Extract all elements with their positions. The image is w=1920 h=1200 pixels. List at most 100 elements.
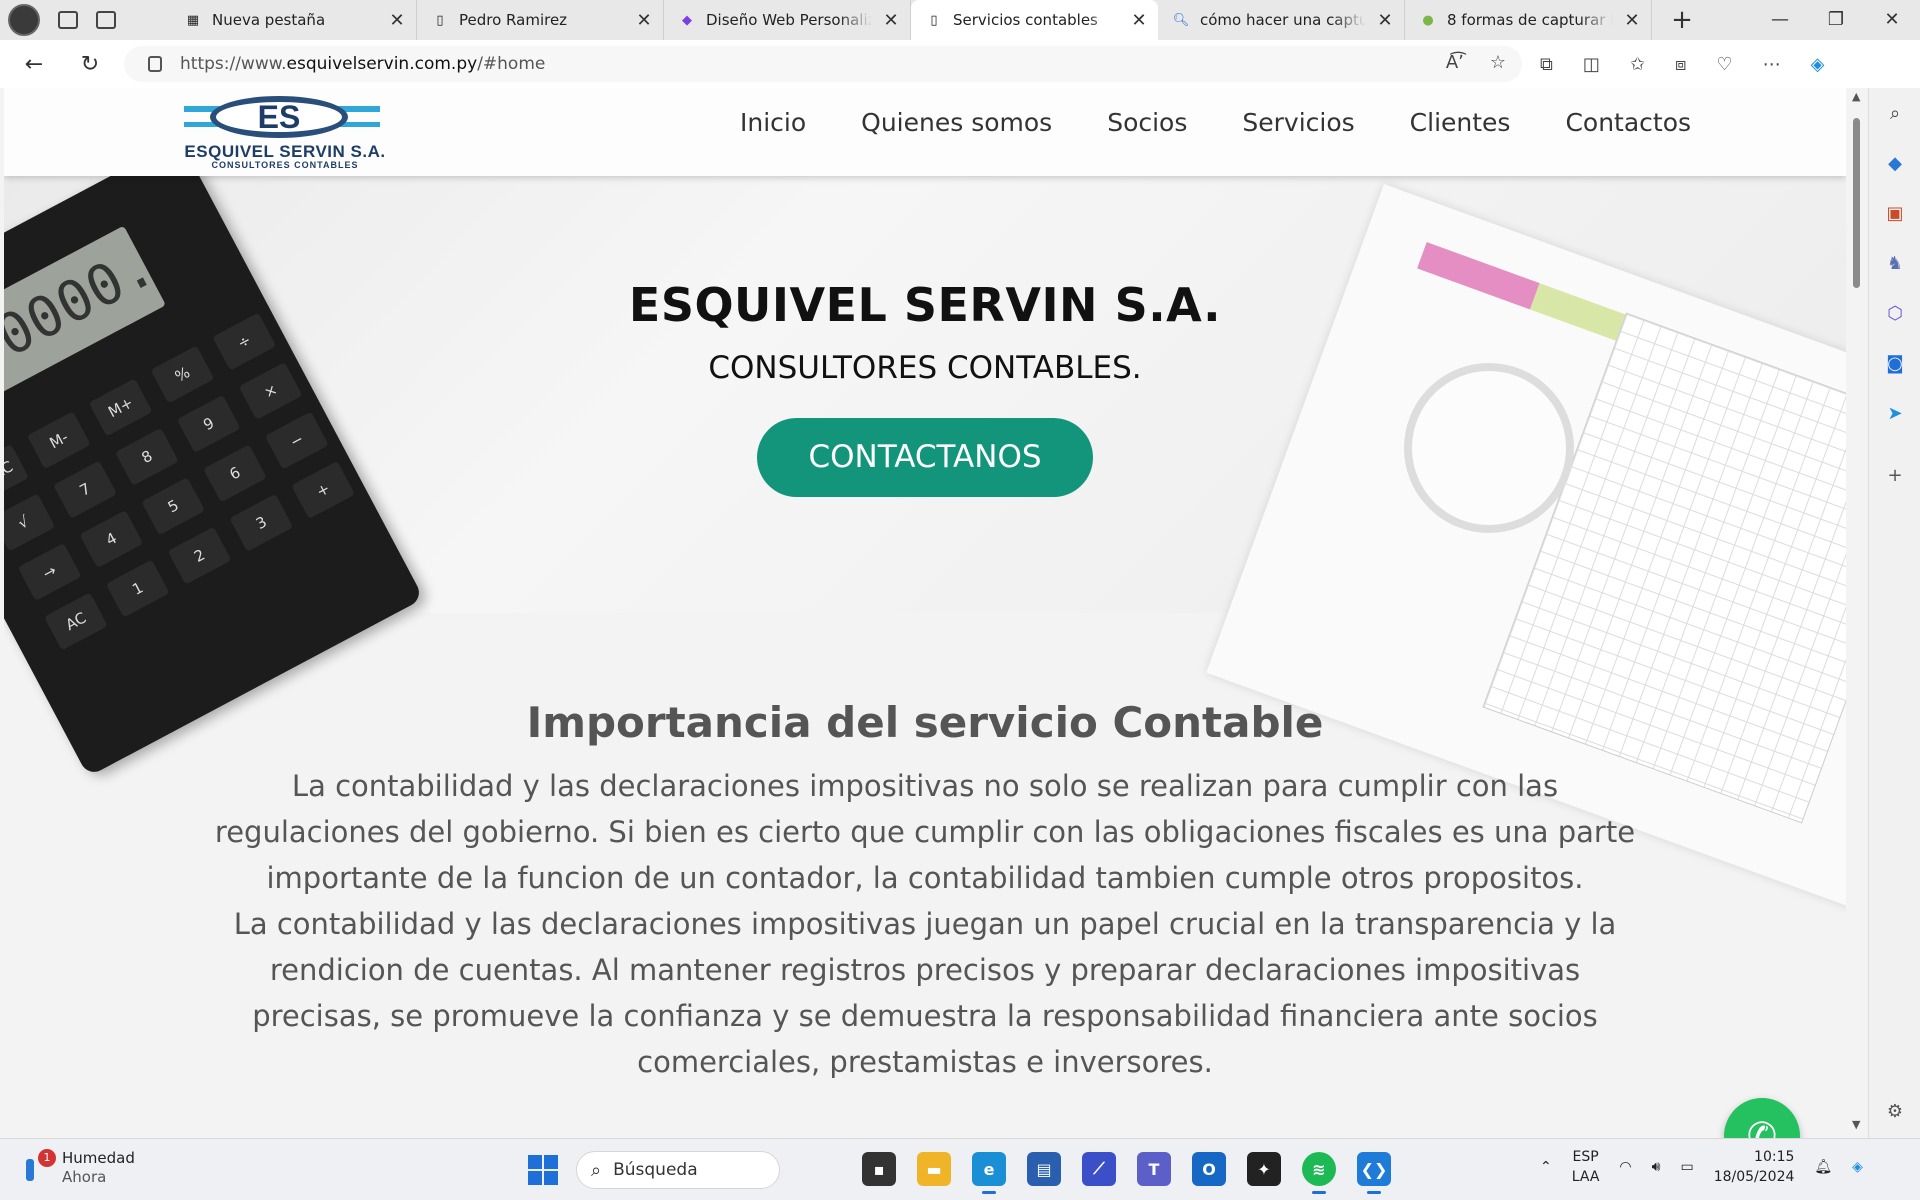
tools-icon[interactable]: ▣ (1869, 188, 1920, 238)
contactanos-button[interactable]: CONTACTANOS (757, 418, 1093, 497)
search-icon: 🔍︎ (1172, 12, 1190, 28)
close-icon[interactable]: ✕ (1623, 10, 1641, 31)
importance-section: Importancia del servicio Contable La con… (4, 698, 1846, 1085)
edge-icon[interactable]: e (972, 1152, 1006, 1194)
close-icon[interactable]: ✕ (882, 10, 900, 31)
weather-widget[interactable]: 1 Humedad Ahora (22, 1148, 135, 1186)
hero-text: ESQUIVEL SERVIN S.A. CONSULTORES CONTABL… (4, 278, 1846, 497)
section-title: Importancia del servicio Contable (526, 698, 1324, 747)
language-indicator[interactable]: ESP LAA (1572, 1147, 1600, 1187)
minimize-icon[interactable]: — (1752, 0, 1808, 40)
start-tile (528, 1171, 542, 1185)
company-logo[interactable]: ES ESQUIVEL SERVIN S.A. CONSULTORES CONT… (180, 96, 390, 170)
menu-item-socios[interactable]: Socios (1107, 108, 1187, 137)
shopping-icon[interactable]: ◆ (1869, 138, 1920, 188)
search-icon[interactable]: ⌕ (1869, 88, 1920, 138)
menu-item-contactos[interactable]: Contactos (1565, 108, 1691, 137)
add-icon[interactable]: + (1869, 450, 1920, 500)
battery-icon[interactable]: ▭ (1680, 1159, 1693, 1175)
vscode-icon[interactable]: ❮❯ (1357, 1152, 1391, 1194)
figma-icon[interactable]: ✦ (1247, 1152, 1281, 1186)
tab-pedro-ramirez[interactable]: ▯ Pedro Ramirez ✕ (417, 0, 664, 40)
favorite-star-icon[interactable]: ☆ (1490, 52, 1506, 73)
calc-key: 1 (105, 559, 170, 618)
close-icon[interactable]: ✕ (388, 10, 406, 31)
menu-item-inicio[interactable]: Inicio (740, 108, 806, 137)
start-button[interactable] (528, 1155, 558, 1185)
favorites-icon[interactable]: ✩ (1630, 54, 1645, 75)
section-paragraph-2: La contabilidad y las declaraciones impo… (233, 907, 1617, 1079)
refresh-icon[interactable]: ↻ (70, 52, 110, 77)
url-host: esquivelservin.com.py (286, 54, 478, 74)
clock[interactable]: 10:15 18/05/2024 (1714, 1147, 1795, 1187)
more-options-icon[interactable]: ⋯ (1763, 54, 1781, 75)
weather-icon: 1 (22, 1148, 56, 1183)
tab-diseno-web[interactable]: ◆ Diseño Web Personalizado ✕ (664, 0, 911, 40)
read-aloud-icon[interactable]: A͡ʼ (1446, 52, 1464, 73)
menu-item-servicios[interactable]: Servicios (1242, 108, 1354, 137)
scroll-down-arrow-icon[interactable]: ▼ (1852, 1118, 1860, 1131)
whatsapp-button[interactable]: ✆ (1724, 1098, 1800, 1138)
screen: ▦ Nueva pestaña ✕ ▯ Pedro Ramirez ✕ ◆ Di… (0, 0, 1920, 1200)
lock-icon (148, 56, 162, 72)
web-page: 250000. MRC M- M+% ÷ √ 7 8 9 × → 4 5 6− AC 1 2 3 + ESQ… (4, 88, 1846, 1138)
performance-icon[interactable]: ♡ (1716, 54, 1732, 75)
menu-item-clientes[interactable]: Clientes (1410, 108, 1511, 137)
file-explorer-icon[interactable]: ▬ (917, 1152, 951, 1186)
workspaces-icon[interactable] (58, 11, 78, 29)
tab-bar-left (0, 0, 170, 40)
menu-item-quienes-somos[interactable]: Quienes somos (861, 108, 1052, 137)
address-bar[interactable]: https://www. esquivelservin.com.py/#home … (124, 46, 1522, 82)
tab-como-hacer-captura[interactable]: 🔍︎ cómo hacer una captura ✕ (1158, 0, 1405, 40)
copilot-icon[interactable]: ◈ (1811, 54, 1825, 75)
page-scrollbar[interactable]: ▲ ▼ (1848, 88, 1866, 1138)
volume-icon[interactable]: 🔊︎ (1652, 1159, 1661, 1175)
spotify-icon[interactable]: ≋ (1302, 1152, 1336, 1194)
hero-subtitle: CONSULTORES CONTABLES. (708, 350, 1142, 386)
tab-nueva-pestana[interactable]: ▦ Nueva pestaña ✕ (170, 0, 417, 40)
powerapps-icon[interactable]: ⟋ (1082, 1152, 1116, 1186)
tab-8-formas[interactable]: ● 8 formas de capturar la p ✕ (1405, 0, 1652, 40)
url-path: /#home (477, 54, 546, 74)
games-icon[interactable]: ♞ (1869, 238, 1920, 288)
date: 18/05/2024 (1713, 1169, 1795, 1185)
close-icon[interactable]: ✕ (1130, 10, 1148, 31)
chevron-up-icon[interactable]: ⌃ (1540, 1159, 1552, 1175)
settings-gear-icon[interactable]: ⚙ (1869, 1086, 1920, 1136)
window-controls: — ❐ ✕ (1752, 0, 1920, 40)
scroll-up-arrow-icon[interactable]: ▲ (1852, 90, 1860, 103)
wifi-icon[interactable]: ◠ (1619, 1159, 1631, 1175)
outlook-icon[interactable]: O (1192, 1152, 1226, 1186)
keyboard-layout: LAA (1571, 1169, 1600, 1185)
close-icon[interactable]: ✕ (1376, 10, 1394, 31)
notifications-bell-icon[interactable]: 🔔︎ (1814, 1159, 1832, 1175)
weather-sub: Ahora (62, 1168, 107, 1186)
restore-icon[interactable]: ❐ (1808, 0, 1864, 40)
notification-badge: 1 (38, 1148, 56, 1167)
teams-icon[interactable]: T (1137, 1152, 1171, 1186)
taskbar-search[interactable]: ⌕ Búsqueda (576, 1151, 780, 1189)
whatsapp-icon: ✆ (1746, 1115, 1778, 1139)
split-screen-icon[interactable]: ◫ (1583, 54, 1600, 75)
task-view-icon[interactable]: ▪ (862, 1152, 896, 1186)
tab-servicios-contables[interactable]: ▯ Servicios contables ✕ (911, 0, 1158, 40)
hero-title: ESQUIVEL SERVIN S.A. (628, 278, 1222, 332)
canva-icon: ◆ (682, 12, 692, 28)
collections-icon[interactable]: ⧈ (1675, 54, 1686, 75)
new-tab-button[interactable]: + (1652, 5, 1712, 35)
calc-key: 2 (167, 526, 232, 585)
store-icon[interactable]: ▤ (1027, 1152, 1061, 1186)
drop-icon[interactable]: ➤ (1869, 388, 1920, 438)
extensions-icon[interactable]: ⧉ (1540, 54, 1553, 75)
close-icon[interactable]: ✕ (635, 10, 653, 31)
tab-actions-icon[interactable] (96, 11, 116, 29)
copilot-taskbar-icon[interactable]: ◈ (1852, 1159, 1863, 1175)
back-arrow-icon[interactable]: ← (14, 52, 54, 77)
search-placeholder: Búsqueda (613, 1160, 698, 1180)
time: 10:15 (1754, 1149, 1795, 1165)
close-window-icon[interactable]: ✕ (1864, 0, 1920, 40)
scrollbar-thumb[interactable] (1853, 118, 1860, 288)
profile-avatar[interactable] (8, 4, 40, 36)
microsoft-365-icon[interactable]: ⬡ (1869, 288, 1920, 338)
outlook-icon[interactable]: ◙ (1869, 338, 1920, 388)
